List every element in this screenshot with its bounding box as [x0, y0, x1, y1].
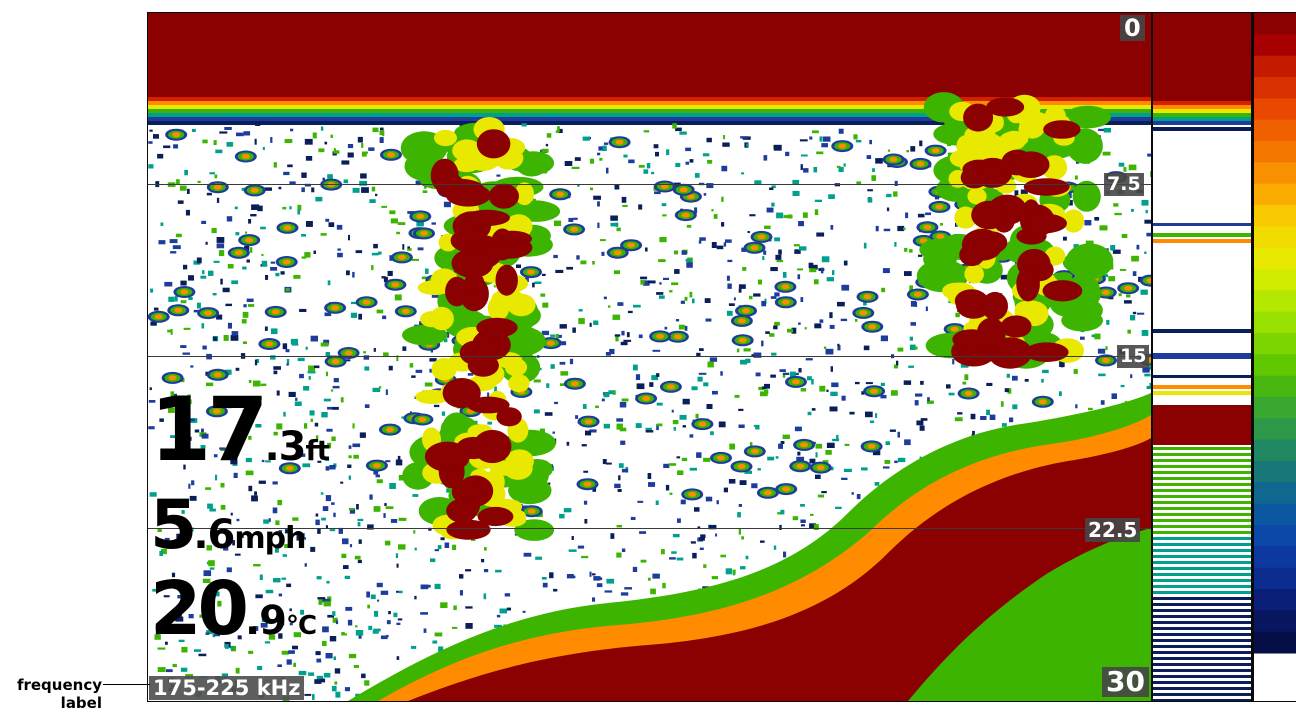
color-palette-swatches	[1254, 13, 1296, 654]
depth-decimal: .3	[264, 424, 306, 470]
callout-text-line2: label	[60, 694, 102, 712]
callout-text-line1: frequency	[16, 676, 102, 694]
temperature-decimal: .9	[244, 598, 287, 644]
depth-gridline-7-5	[148, 184, 1151, 185]
temperature-unit: °C	[286, 611, 317, 641]
temperature-readout: 20.9°C	[150, 566, 317, 652]
depth-scale-label-15: 15	[1117, 345, 1150, 368]
depth-value: 17	[150, 378, 268, 481]
color-palette-bar	[1254, 13, 1296, 701]
speed-decimal: .6	[193, 512, 235, 558]
depth-unit: ft	[305, 434, 331, 467]
temperature-value: 20	[150, 566, 249, 652]
speed-readout: 5.6mph	[150, 486, 306, 565]
flasher-bands	[1153, 13, 1251, 701]
depth-gridline-15	[148, 356, 1151, 357]
frequency-label[interactable]: 175-225 kHz	[149, 676, 305, 700]
depth-scale-label-0: 0	[1120, 15, 1145, 41]
callout-annotation: frequency label	[0, 676, 102, 712]
speed-value: 5	[150, 486, 197, 565]
speed-unit: mph	[234, 521, 306, 556]
depth-readout: 17.3ft	[150, 378, 331, 481]
callout-leader-line	[103, 684, 150, 685]
depth-scale-label-7-5: 7.5	[1104, 173, 1144, 196]
depth-scale-label-22-5: 22.5	[1085, 518, 1141, 542]
flasher-view	[1153, 13, 1251, 701]
depth-scale-label-30: 30	[1102, 667, 1149, 697]
